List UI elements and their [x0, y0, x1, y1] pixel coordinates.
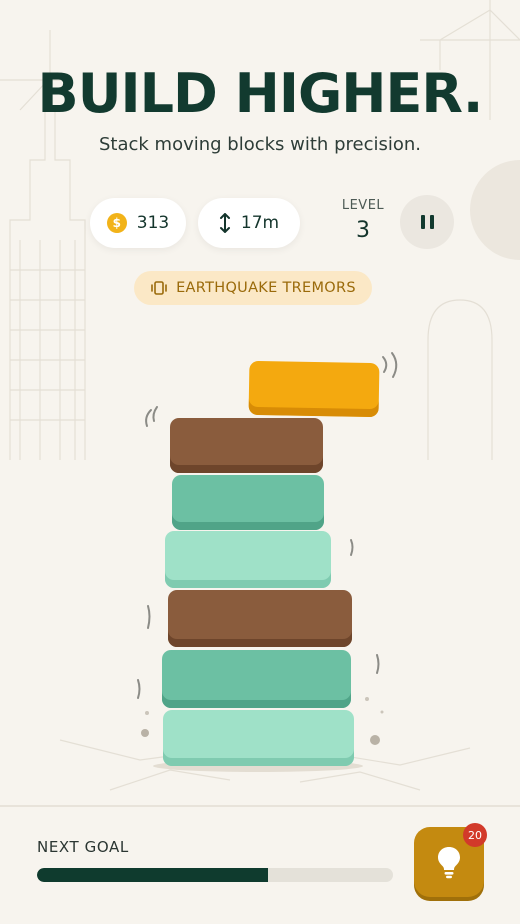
- hint-count-badge: 20: [463, 823, 487, 847]
- block-tower: [0, 0, 520, 800]
- tower-block: [163, 710, 354, 766]
- tower-block: [162, 650, 351, 708]
- tower-block: [172, 475, 324, 530]
- goal-label: NEXT GOAL: [37, 838, 129, 856]
- tower-block: [168, 590, 352, 647]
- tower-block: [165, 531, 331, 588]
- goal-progress-bar: [37, 868, 393, 882]
- lightbulb-icon: [438, 847, 460, 879]
- moving-block[interactable]: [248, 360, 380, 418]
- goal-progress-fill: [37, 868, 269, 882]
- tower-block: [170, 418, 323, 473]
